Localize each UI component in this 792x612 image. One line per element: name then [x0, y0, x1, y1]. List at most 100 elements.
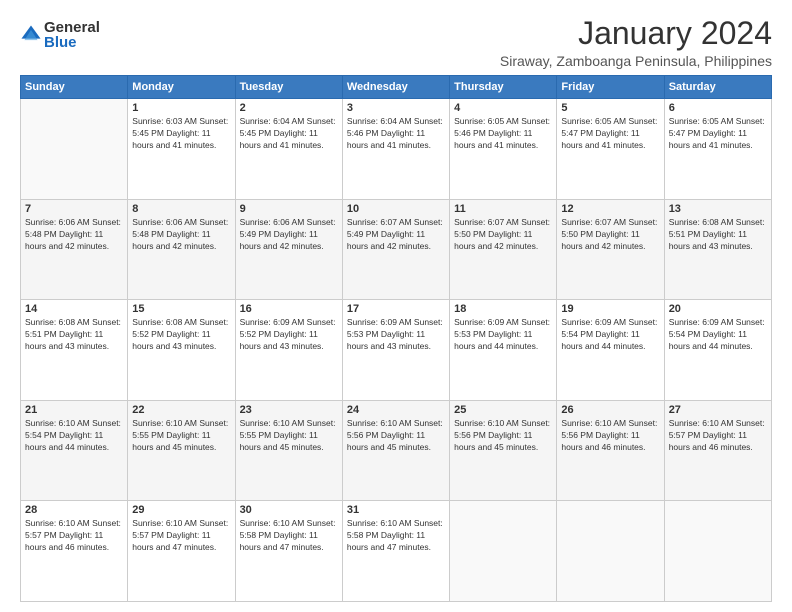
day-detail: Sunrise: 6:10 AM Sunset: 5:56 PM Dayligh…: [454, 418, 552, 454]
calendar-day-cell: 14Sunrise: 6:08 AM Sunset: 5:51 PM Dayli…: [21, 300, 128, 401]
day-number: 24: [347, 404, 445, 416]
day-number: 1: [132, 102, 230, 114]
day-number: 7: [25, 203, 123, 215]
day-detail: Sunrise: 6:09 AM Sunset: 5:52 PM Dayligh…: [240, 317, 338, 353]
day-detail: Sunrise: 6:10 AM Sunset: 5:57 PM Dayligh…: [669, 418, 767, 454]
calendar-week-row: 7 Sunrise: 6:06 AM Sunset: 5:48 PM Daylig…: [21, 199, 772, 300]
day-detail: Sunrise: 6:10 AM Sunset: 5:56 PM Dayligh…: [347, 418, 445, 454]
calendar-header-sunday: Sunday: [21, 76, 128, 99]
calendar-day-cell: 18 Sunrise: 6:09 AM Sunset: 5:53 PM Dayli…: [450, 300, 557, 401]
day-number: 28: [25, 504, 123, 516]
calendar-week-row: 14Sunrise: 6:08 AM Sunset: 5:51 PM Dayli…: [21, 300, 772, 401]
calendar-table: SundayMondayTuesdayWednesdayThursdayFrid…: [20, 75, 772, 602]
day-number: 11: [454, 203, 552, 215]
calendar-day-cell: 22 Sunrise: 6:10 AM Sunset: 5:55 PM Dayli…: [128, 400, 235, 501]
day-number: 20: [669, 303, 767, 315]
day-detail: Sunrise: 6:10 AM Sunset: 5:57 PM Dayligh…: [132, 518, 230, 554]
calendar-day-cell: 2 Sunrise: 6:04 AM Sunset: 5:45 PM Daylig…: [235, 99, 342, 200]
day-detail: Sunrise: 6:04 AM Sunset: 5:46 PM Dayligh…: [347, 116, 445, 152]
day-detail: Sunrise: 6:08 AM Sunset: 5:52 PM Dayligh…: [132, 317, 230, 353]
logo-icon: [20, 24, 42, 46]
calendar-day-cell: 3 Sunrise: 6:04 AM Sunset: 5:46 PM Daylig…: [342, 99, 449, 200]
calendar-day-cell: 23Sunrise: 6:10 AM Sunset: 5:55 PM Dayli…: [235, 400, 342, 501]
day-number: 10: [347, 203, 445, 215]
calendar-day-cell: 20Sunrise: 6:09 AM Sunset: 5:54 PM Dayli…: [664, 300, 771, 401]
day-detail: Sunrise: 6:10 AM Sunset: 5:55 PM Dayligh…: [240, 418, 338, 454]
calendar-header-friday: Friday: [557, 76, 664, 99]
day-detail: Sunrise: 6:07 AM Sunset: 5:49 PM Dayligh…: [347, 217, 445, 253]
calendar-day-cell: 4Sunrise: 6:05 AM Sunset: 5:46 PM Daylig…: [450, 99, 557, 200]
day-number: 16: [240, 303, 338, 315]
calendar-day-cell: 21 Sunrise: 6:10 AM Sunset: 5:54 PM Dayli…: [21, 400, 128, 501]
day-number: 25: [454, 404, 552, 416]
calendar-day-cell: 17Sunrise: 6:09 AM Sunset: 5:53 PM Dayli…: [342, 300, 449, 401]
calendar-day-cell: 25 Sunrise: 6:10 AM Sunset: 5:56 PM Dayli…: [450, 400, 557, 501]
day-detail: Sunrise: 6:05 AM Sunset: 5:46 PM Dayligh…: [454, 116, 552, 152]
day-number: 31: [347, 504, 445, 516]
calendar-header-row: SundayMondayTuesdayWednesdayThursdayFrid…: [21, 76, 772, 99]
calendar-day-cell: 13 Sunrise: 6:08 AM Sunset: 5:51 PM Dayli…: [664, 199, 771, 300]
day-detail: Sunrise: 6:09 AM Sunset: 5:53 PM Dayligh…: [454, 317, 552, 353]
calendar-day-cell: 29 Sunrise: 6:10 AM Sunset: 5:57 PM Dayli…: [128, 501, 235, 602]
day-number: 19: [561, 303, 659, 315]
calendar-day-cell: 6 Sunrise: 6:05 AM Sunset: 5:47 PM Daylig…: [664, 99, 771, 200]
day-number: 5: [561, 102, 659, 114]
month-year: January 2024: [500, 16, 772, 51]
calendar-day-cell: [557, 501, 664, 602]
logo-text: General Blue: [44, 20, 100, 50]
calendar-day-cell: 9Sunrise: 6:06 AM Sunset: 5:49 PM Daylig…: [235, 199, 342, 300]
calendar-week-row: 28 Sunrise: 6:10 AM Sunset: 5:57 PM Dayli…: [21, 501, 772, 602]
day-detail: Sunrise: 6:05 AM Sunset: 5:47 PM Dayligh…: [669, 116, 767, 152]
calendar-day-cell: 19 Sunrise: 6:09 AM Sunset: 5:54 PM Dayli…: [557, 300, 664, 401]
title-section: January 2024 Siraway, Zamboanga Peninsul…: [500, 16, 772, 69]
day-detail: Sunrise: 6:03 AM Sunset: 5:45 PM Dayligh…: [132, 116, 230, 152]
day-number: 12: [561, 203, 659, 215]
day-number: 22: [132, 404, 230, 416]
calendar-week-row: 1 Sunrise: 6:03 AM Sunset: 5:45 PM Daylig…: [21, 99, 772, 200]
calendar-day-cell: 8Sunrise: 6:06 AM Sunset: 5:48 PM Daylig…: [128, 199, 235, 300]
day-number: 3: [347, 102, 445, 114]
day-detail: Sunrise: 6:09 AM Sunset: 5:54 PM Dayligh…: [561, 317, 659, 353]
location: Siraway, Zamboanga Peninsula, Philippine…: [500, 53, 772, 69]
header: General Blue January 2024 Siraway, Zambo…: [20, 16, 772, 69]
day-number: 15: [132, 303, 230, 315]
calendar-header-monday: Monday: [128, 76, 235, 99]
calendar-day-cell: 28Sunrise: 6:10 AM Sunset: 5:57 PM Dayli…: [21, 501, 128, 602]
day-detail: Sunrise: 6:06 AM Sunset: 5:48 PM Dayligh…: [132, 217, 230, 253]
calendar-day-cell: 30 Sunrise: 6:10 AM Sunset: 5:58 PM Dayli…: [235, 501, 342, 602]
day-number: 30: [240, 504, 338, 516]
day-detail: Sunrise: 6:07 AM Sunset: 5:50 PM Dayligh…: [454, 217, 552, 253]
day-detail: Sunrise: 6:10 AM Sunset: 5:54 PM Dayligh…: [25, 418, 123, 454]
logo-blue: Blue: [44, 35, 100, 50]
day-number: 14: [25, 303, 123, 315]
page: General Blue January 2024 Siraway, Zambo…: [0, 0, 792, 612]
calendar-day-cell: [664, 501, 771, 602]
calendar-day-cell: 5Sunrise: 6:05 AM Sunset: 5:47 PM Daylig…: [557, 99, 664, 200]
calendar-day-cell: 11 Sunrise: 6:07 AM Sunset: 5:50 PM Dayli…: [450, 199, 557, 300]
day-detail: Sunrise: 6:07 AM Sunset: 5:50 PM Dayligh…: [561, 217, 659, 253]
calendar-day-cell: 15 Sunrise: 6:08 AM Sunset: 5:52 PM Dayli…: [128, 300, 235, 401]
calendar-day-cell: 16 Sunrise: 6:09 AM Sunset: 5:52 PM Dayli…: [235, 300, 342, 401]
day-number: 18: [454, 303, 552, 315]
day-number: 29: [132, 504, 230, 516]
day-detail: Sunrise: 6:10 AM Sunset: 5:58 PM Dayligh…: [240, 518, 338, 554]
day-number: 2: [240, 102, 338, 114]
day-detail: Sunrise: 6:10 AM Sunset: 5:55 PM Dayligh…: [132, 418, 230, 454]
calendar-day-cell: [21, 99, 128, 200]
calendar-day-cell: 10 Sunrise: 6:07 AM Sunset: 5:49 PM Dayli…: [342, 199, 449, 300]
day-detail: Sunrise: 6:09 AM Sunset: 5:53 PM Dayligh…: [347, 317, 445, 353]
calendar-header-thursday: Thursday: [450, 76, 557, 99]
calendar-day-cell: 27Sunrise: 6:10 AM Sunset: 5:57 PM Dayli…: [664, 400, 771, 501]
day-detail: Sunrise: 6:08 AM Sunset: 5:51 PM Dayligh…: [669, 217, 767, 253]
day-number: 21: [25, 404, 123, 416]
calendar-day-cell: [450, 501, 557, 602]
day-detail: Sunrise: 6:10 AM Sunset: 5:56 PM Dayligh…: [561, 418, 659, 454]
day-number: 13: [669, 203, 767, 215]
day-detail: Sunrise: 6:10 AM Sunset: 5:58 PM Dayligh…: [347, 518, 445, 554]
day-number: 9: [240, 203, 338, 215]
day-detail: Sunrise: 6:04 AM Sunset: 5:45 PM Dayligh…: [240, 116, 338, 152]
day-detail: Sunrise: 6:06 AM Sunset: 5:48 PM Dayligh…: [25, 217, 123, 253]
calendar-day-cell: 31 Sunrise: 6:10 AM Sunset: 5:58 PM Dayli…: [342, 501, 449, 602]
day-number: 6: [669, 102, 767, 114]
calendar-header-saturday: Saturday: [664, 76, 771, 99]
